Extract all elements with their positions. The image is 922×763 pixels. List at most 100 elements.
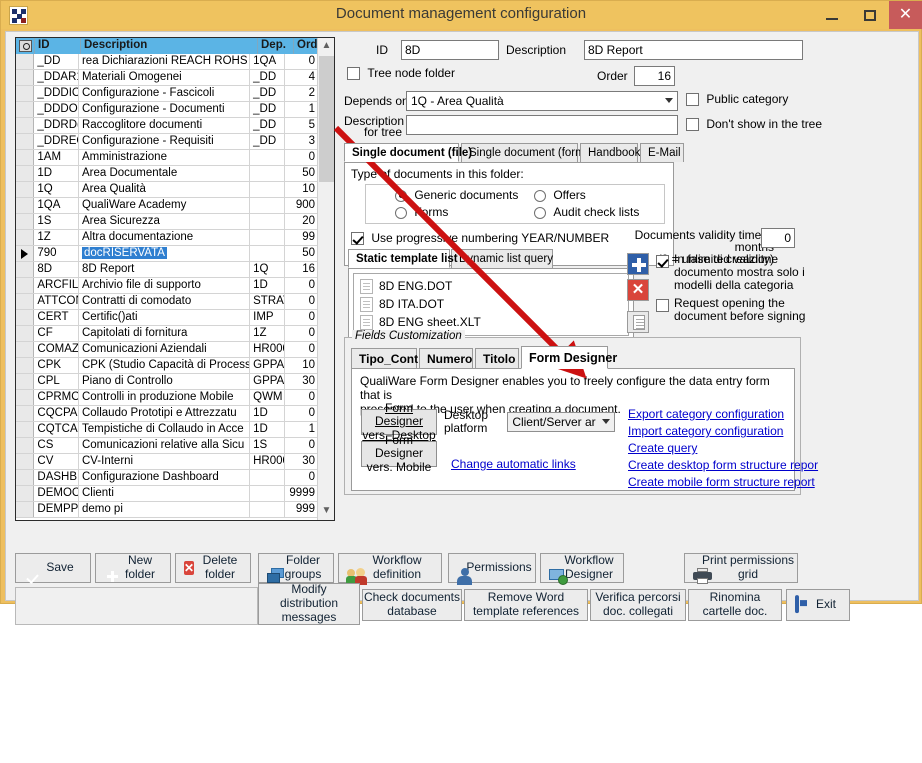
toolbar-button-permissions[interactable]: Permissions — [448, 553, 536, 585]
table-row[interactable]: 790 docRISERVATA 50 — [16, 246, 319, 262]
row-selector[interactable] — [16, 118, 35, 133]
list-item[interactable]: 8D ENG sheet.XLT — [354, 313, 628, 331]
dont-show-in-tree-checkbox[interactable]: Don't show in the tree — [686, 117, 822, 132]
table-row[interactable]: DASHB Configurazione Dashboard 0 — [16, 470, 319, 486]
toolbar-button-folder[interactable]: Folder groups — [258, 553, 334, 583]
tab-form-designer[interactable]: Form Designer — [521, 346, 617, 369]
row-selector[interactable] — [16, 54, 35, 69]
table-row[interactable]: CVCV-Interni HR000 30 — [16, 454, 319, 470]
toolbar-button-save[interactable]: Save — [15, 553, 91, 583]
row-selector[interactable] — [16, 422, 35, 437]
scrollbar-thumb[interactable] — [319, 56, 334, 182]
order-input[interactable]: 16 — [634, 66, 675, 86]
template-file-list[interactable]: 8D ENG.DOT 8D ITA.DOT 8D ENG sheet.XLT — [353, 273, 629, 336]
folders-grid[interactable]: ID Description Dep. Ord. _DD rea Dichiara… — [15, 37, 335, 521]
table-row[interactable]: CQTCA Tempistiche di Collaudo in Acce 1D 1 — [16, 422, 319, 438]
platform-select[interactable]: Client/Server ar — [507, 412, 615, 432]
link-import-category-configuration[interactable]: Import category configuration — [628, 423, 818, 440]
table-row[interactable]: _DDDIC Configurazione - Fascicoli _DD 2 — [16, 86, 319, 102]
tab-titolo[interactable]: Titolo — [475, 348, 519, 369]
row-selector[interactable] — [16, 294, 35, 309]
table-row[interactable]: 1D Area Documentale 50 — [16, 166, 319, 182]
table-row[interactable]: CS Comunicazioni relative alla Sicu 1S 0 — [16, 438, 319, 454]
row-selector[interactable] — [16, 134, 35, 149]
grid-body[interactable]: _DD rea Dichiarazioni REACH ROHS 1QA 0 _DDAR… — [16, 54, 319, 518]
table-row[interactable]: 8D 8D Report 1Q 16 — [16, 262, 319, 278]
public-category-checkbox[interactable]: Public category — [686, 92, 788, 107]
tab-static-template-list[interactable]: Static template list — [348, 249, 458, 268]
radio-audit-check-lists[interactable]: Audit check lists — [534, 205, 639, 219]
table-row[interactable]: _DDDO Configurazione - Documenti _DD 1 — [16, 102, 319, 118]
row-selector[interactable] — [16, 358, 35, 373]
table-row[interactable]: 1Z Altra documentazione 99 — [16, 230, 319, 246]
template-tabstrip[interactable]: Static template list Dynamic list query — [348, 249, 634, 268]
row-selector[interactable] — [16, 470, 35, 485]
row-selector[interactable] — [16, 230, 35, 245]
row-selector[interactable] — [16, 502, 35, 517]
tab-single-document-file[interactable]: Single document (file) — [344, 143, 472, 162]
row-selector[interactable] — [16, 278, 35, 293]
row-selector[interactable] — [16, 198, 35, 213]
toolbar-button-verifica-percorsi[interactable]: Verifica percorsi doc. collegati — [590, 589, 686, 621]
tab-tipo-cont[interactable]: Tipo_Cont — [351, 348, 418, 369]
toolbar-button-delete[interactable]: ✕ Delete folder — [175, 553, 251, 583]
table-row[interactable]: 1AM Amministrazione 0 — [16, 150, 319, 166]
table-row[interactable]: CPRMO Controlli in produzione Mobile QWM 0 — [16, 390, 319, 406]
list-item[interactable]: 8D ENG.DOT — [354, 277, 628, 295]
row-selector[interactable] — [16, 486, 35, 501]
toolbar-button-rinomina[interactable]: Rinomina cartelle doc. — [688, 589, 782, 621]
row-selector[interactable] — [16, 182, 35, 197]
validity-input[interactable]: 0 — [761, 228, 795, 248]
close-button[interactable]: ✕ — [889, 1, 922, 29]
row-selector[interactable] — [16, 214, 35, 229]
toolbar-button-modify[interactable]: Modify distribution messages — [258, 582, 360, 625]
row-selector[interactable] — [16, 246, 35, 261]
tree-node-folder-checkbox[interactable]: Tree node folder — [347, 66, 455, 81]
change-automatic-links-link[interactable]: Change automatic links — [451, 457, 576, 471]
table-row[interactable]: CPKCPK (Studio Capacità di ProcessGPPAF 1… — [16, 358, 319, 374]
toolbar-button-remove-word[interactable]: Remove Word template references — [464, 589, 588, 621]
row-selector[interactable] — [16, 326, 35, 341]
table-row[interactable]: _DD rea Dichiarazioni REACH ROHS 1QA 0 — [16, 54, 319, 70]
toolbar-button-print-permissions[interactable]: Print permissions grid — [684, 553, 798, 584]
link-create-mobile-form-structure-report[interactable]: Create mobile form structure report — [628, 474, 818, 491]
column-header-description[interactable]: Description — [81, 38, 258, 54]
table-row[interactable]: CQCPA Collaudo Prototipi e Attrezzatu 1D 0 — [16, 406, 319, 422]
table-row[interactable]: DEMOC Clienti 9999 — [16, 486, 319, 502]
toolbar-button-exit[interactable]: Exit — [786, 589, 850, 621]
list-item[interactable]: 8D ITA.DOT — [354, 295, 628, 313]
request-opening-checkbox[interactable]: Request opening the document before sign… — [656, 297, 816, 323]
tab-handbook[interactable]: Handbook — [580, 143, 640, 162]
column-header-id[interactable]: ID — [35, 38, 81, 54]
table-row[interactable]: CPLPiano di Controllo GPPAF 30 — [16, 374, 319, 390]
delete-template-button[interactable]: ✕ — [627, 279, 649, 301]
row-selector[interactable] — [16, 150, 35, 165]
row-selector[interactable] — [16, 166, 35, 181]
depends-on-select[interactable]: 1Q - Area Qualità — [406, 91, 678, 111]
form-designer-mobile-button[interactable]: Form Designer vers. Mobile — [361, 434, 437, 473]
table-row[interactable]: CERT Certific()ati IMP 0 — [16, 310, 319, 326]
form-designer-desktop-button[interactable]: Form Designer vers. Desktop — [361, 402, 437, 441]
tab-numero[interactable]: Numero — [419, 348, 473, 369]
row-selector[interactable] — [16, 342, 35, 357]
document-tabstrip[interactable]: Single document (file) Single document (f… — [344, 143, 684, 162]
radio-offers[interactable]: Offers — [534, 188, 586, 202]
table-row[interactable]: COMAZComunicazioni Aziendali HR000 0 — [16, 342, 319, 358]
open-template-button[interactable] — [627, 311, 649, 333]
grid-scrollbar[interactable]: ▲ ▼ — [317, 38, 334, 520]
tab-single-document-form[interactable]: Single document (form) — [461, 143, 589, 162]
table-row[interactable]: ARCFIL Archivio file di supporto 1D 0 — [16, 278, 319, 294]
row-selector[interactable] — [16, 390, 35, 405]
minimize-button[interactable] — [813, 1, 851, 29]
maximize-button[interactable] — [851, 1, 889, 29]
table-row[interactable]: CF Capitolati di fornitura 1Z 0 — [16, 326, 319, 342]
row-selector[interactable] — [16, 406, 35, 421]
scroll-down-icon[interactable]: ▼ — [318, 503, 334, 520]
fields-tabstrip[interactable]: Tipo_Cont Numero Titolo Form Designer — [351, 346, 795, 369]
show-only-category-checkbox[interactable]: In fase di creazione documento mostra so… — [656, 253, 816, 292]
scroll-up-icon[interactable]: ▲ — [318, 38, 334, 55]
row-selector[interactable] — [16, 454, 35, 469]
id-input[interactable]: 8D — [401, 40, 499, 60]
link-create-desktop-form-structure-repor[interactable]: Create desktop form structure repor — [628, 457, 818, 474]
tab-e-mail[interactable]: E-Mail — [640, 143, 684, 162]
